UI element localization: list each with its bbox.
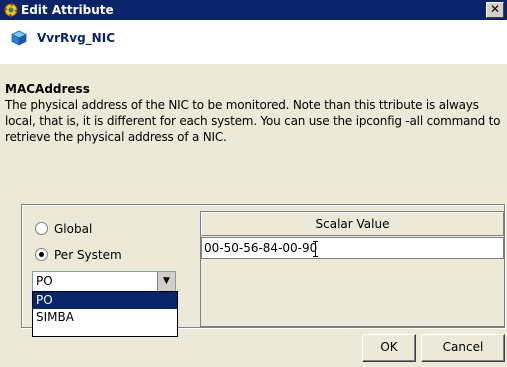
dropdown-item-po[interactable]: PO <box>33 292 177 309</box>
edit-attribute-icon <box>3 2 19 18</box>
close-icon: ✕ <box>489 2 501 16</box>
chevron-down-icon: ▼ <box>163 276 170 286</box>
dropdown-item-simba[interactable]: SIMBA <box>33 309 177 326</box>
cancel-button[interactable]: Cancel <box>421 334 505 362</box>
resource-name: VvrRvg_NIC <box>37 31 115 45</box>
title-bar: Edit Attribute ✕ <box>0 0 507 20</box>
grid-column-header[interactable]: Scalar Value <box>201 212 504 236</box>
radio-per-system-label: Per System <box>54 248 122 262</box>
resource-header: VvrRvg_NIC <box>0 20 507 64</box>
radio-per-system-indicator[interactable] <box>35 248 48 261</box>
scalar-value-cell[interactable]: 00-50-56-84-00-90 <box>201 237 504 259</box>
cube-icon <box>11 30 27 46</box>
system-combo[interactable]: PO ▼ <box>32 271 176 292</box>
combo-dropdown-button[interactable]: ▼ <box>157 272 175 291</box>
scalar-value-text: 00-50-56-84-00-90 <box>204 241 318 255</box>
close-button[interactable]: ✕ <box>486 2 504 18</box>
radio-global[interactable]: Global <box>35 222 92 236</box>
text-cursor-icon <box>313 241 321 257</box>
ok-button[interactable]: OK <box>362 334 416 362</box>
radio-global-indicator[interactable] <box>35 222 48 235</box>
scalar-value-grid: Scalar Value 00-50-56-84-00-90 <box>200 211 505 327</box>
system-combo-value: PO <box>36 274 53 288</box>
attribute-description: The physical address of the NIC to be mo… <box>5 98 501 144</box>
radio-per-system[interactable]: Per System <box>35 248 122 262</box>
system-dropdown-list: PO SIMBA <box>32 291 178 337</box>
window-title: Edit Attribute <box>21 3 114 17</box>
attribute-name: MACAddress <box>5 82 90 96</box>
radio-global-label: Global <box>54 222 93 236</box>
